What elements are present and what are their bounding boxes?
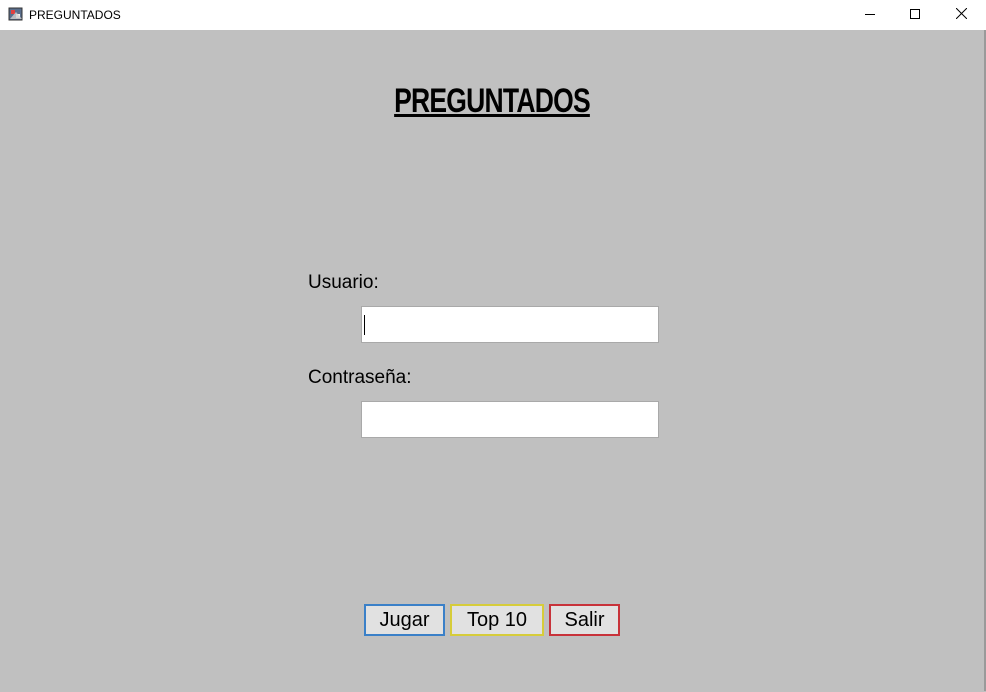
play-button[interactable]: Jugar bbox=[364, 604, 445, 636]
maximize-button[interactable] bbox=[892, 0, 938, 30]
password-field[interactable] bbox=[361, 401, 659, 438]
close-icon bbox=[955, 6, 967, 24]
exit-button[interactable]: Salir bbox=[549, 604, 620, 636]
maximize-icon bbox=[910, 6, 920, 24]
title-bar[interactable]: PREGUNTADOS bbox=[0, 0, 986, 31]
window-title: PREGUNTADOS bbox=[29, 8, 121, 22]
page-title: PREGUNTADOS bbox=[394, 82, 591, 120]
close-button[interactable] bbox=[938, 0, 984, 30]
app-window: PREGUNTADOS PREGUNTADOS Usuario: Contras… bbox=[0, 0, 986, 692]
minimize-icon bbox=[865, 6, 875, 24]
password-label: Contraseña: bbox=[308, 367, 412, 388]
user-field[interactable] bbox=[361, 306, 659, 343]
app-icon bbox=[8, 6, 24, 22]
login-panel: PREGUNTADOS Usuario: Contraseña: Jugar T… bbox=[0, 30, 986, 691]
minimize-button[interactable] bbox=[847, 0, 893, 30]
top-10-button[interactable]: Top 10 bbox=[450, 604, 544, 636]
user-label: Usuario: bbox=[308, 272, 379, 293]
text-caret bbox=[364, 315, 365, 335]
